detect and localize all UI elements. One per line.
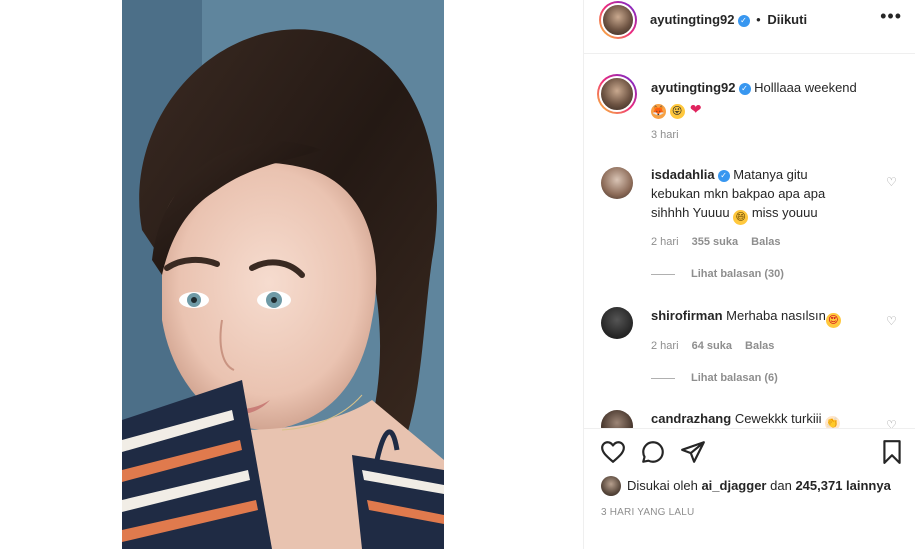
comment-likes[interactable]: 64 suka	[692, 340, 732, 352]
caption-time: 3 hari	[651, 129, 689, 141]
view-replies-button[interactable]: Lihat balasan (6)	[651, 372, 778, 384]
comment-avatar-shirofirman[interactable]	[601, 307, 633, 339]
post-photo[interactable]	[122, 0, 444, 549]
author-info: ayutingting92 ✓ • Diikuti	[650, 12, 807, 27]
comment-text-line3: sihhhh Yuuuu	[651, 205, 730, 220]
comment-text: Cewekkk turkiii	[734, 411, 822, 426]
reply-button[interactable]: Balas	[745, 340, 774, 352]
comment-like-heart-icon[interactable]: ♡	[886, 176, 898, 188]
comment-like-heart-icon[interactable]: ♡	[886, 315, 898, 327]
comment-avatar-isdadahlia[interactable]	[601, 167, 633, 199]
comment-meta: 2 hari 355 suka Balas	[651, 236, 791, 248]
replies-divider	[651, 273, 675, 275]
comment-text: Merhaba nasılsın	[726, 308, 826, 323]
liked-by-conj: dan	[770, 478, 792, 493]
dot-separator: •	[756, 12, 761, 27]
fox-face-emoji: 🦊	[651, 104, 666, 119]
post-actions: Disukai oleh ai_djagger dan 245,371 lain…	[584, 428, 915, 549]
caption-text: ayutingting92 ✓ Holllaaa weekend 🦊 😜 ❤	[651, 78, 881, 119]
bookmark-icon[interactable]	[879, 439, 905, 465]
verified-badge-icon: ✓	[738, 83, 751, 95]
post-header: ayutingting92 ✓ • Diikuti •••	[584, 0, 915, 54]
send-icon[interactable]	[680, 439, 706, 465]
clapping-emoji: 👏	[825, 416, 841, 428]
comment-likes[interactable]: 355 suka	[692, 236, 738, 248]
comment-username[interactable]: shirofirman	[651, 308, 723, 323]
grinning-emoji: 😄	[733, 210, 749, 225]
verified-badge-icon: ✓	[717, 170, 730, 182]
selfie-image	[122, 0, 444, 549]
comment-time[interactable]: 2 hari	[651, 236, 679, 248]
comment-time[interactable]: 2 hari	[651, 340, 679, 352]
liked-by: Disukai oleh ai_djagger dan 245,371 lain…	[601, 476, 891, 496]
verified-badge-icon: ✓	[737, 15, 750, 27]
heart-eyes-emoji: 😍	[825, 313, 841, 328]
comment-candrazhang: candrazhang Cewekkk turkiii 👏	[651, 409, 876, 428]
comment-meta: 2 hari 64 suka Balas	[651, 340, 784, 352]
comment-icon[interactable]	[640, 439, 666, 465]
view-replies-label: Lihat balasan (6)	[691, 372, 778, 384]
winking-tongue-emoji: 😜	[669, 104, 685, 119]
liked-by-others-link[interactable]: 245,371 lainnya	[795, 478, 890, 493]
view-replies-label: Lihat balasan (30)	[691, 268, 784, 280]
liked-by-user-link[interactable]: ai_djagger	[701, 478, 766, 493]
caption-avatar[interactable]	[597, 74, 637, 114]
caption-body: Holllaaa weekend	[754, 80, 857, 95]
comment-shirofirman: shirofirman Merhaba nasılsın 😍	[651, 306, 876, 328]
view-replies-button[interactable]: Lihat balasan (30)	[651, 268, 784, 280]
comments-list: ayutingting92 ✓ Holllaaa weekend 🦊 😜 ❤ 3 …	[584, 55, 915, 428]
comment-text-line1: Matanya gitu	[733, 167, 808, 182]
post-date[interactable]: 3 HARI YANG LALU	[601, 507, 694, 518]
comment-text-line2: kebukan mkn bakpao apa apa	[651, 186, 826, 201]
heart-icon[interactable]	[600, 439, 626, 465]
liked-by-prefix: Disukai oleh	[627, 478, 698, 493]
more-horizontal-icon[interactable]: •••	[880, 6, 902, 27]
comment-avatar-candrazhang[interactable]	[601, 410, 633, 428]
post-media-pane	[0, 0, 583, 549]
author-avatar[interactable]	[599, 1, 637, 39]
comment-isdadahlia: isdadahlia ✓ Matanya gitu kebukan mkn bak…	[651, 165, 876, 225]
caption-time-text[interactable]: 3 hari	[651, 129, 679, 141]
post-sidebar: ayutingting92 ✓ • Diikuti ••• ayutingting…	[583, 0, 915, 549]
comment-username[interactable]: candrazhang	[651, 411, 731, 426]
comment-text-tail: miss youuu	[751, 205, 818, 220]
red-heart-emoji: ❤	[689, 101, 702, 117]
comment-like-heart-icon[interactable]: ♡	[886, 419, 898, 428]
comment-username[interactable]: isdadahlia	[651, 167, 715, 182]
follow-status-button[interactable]: Diikuti	[767, 12, 807, 27]
caption-username[interactable]: ayutingting92	[651, 80, 736, 95]
reply-button[interactable]: Balas	[751, 236, 780, 248]
liker-avatar[interactable]	[601, 476, 621, 496]
author-username[interactable]: ayutingting92	[650, 12, 735, 27]
replies-divider	[651, 377, 675, 379]
